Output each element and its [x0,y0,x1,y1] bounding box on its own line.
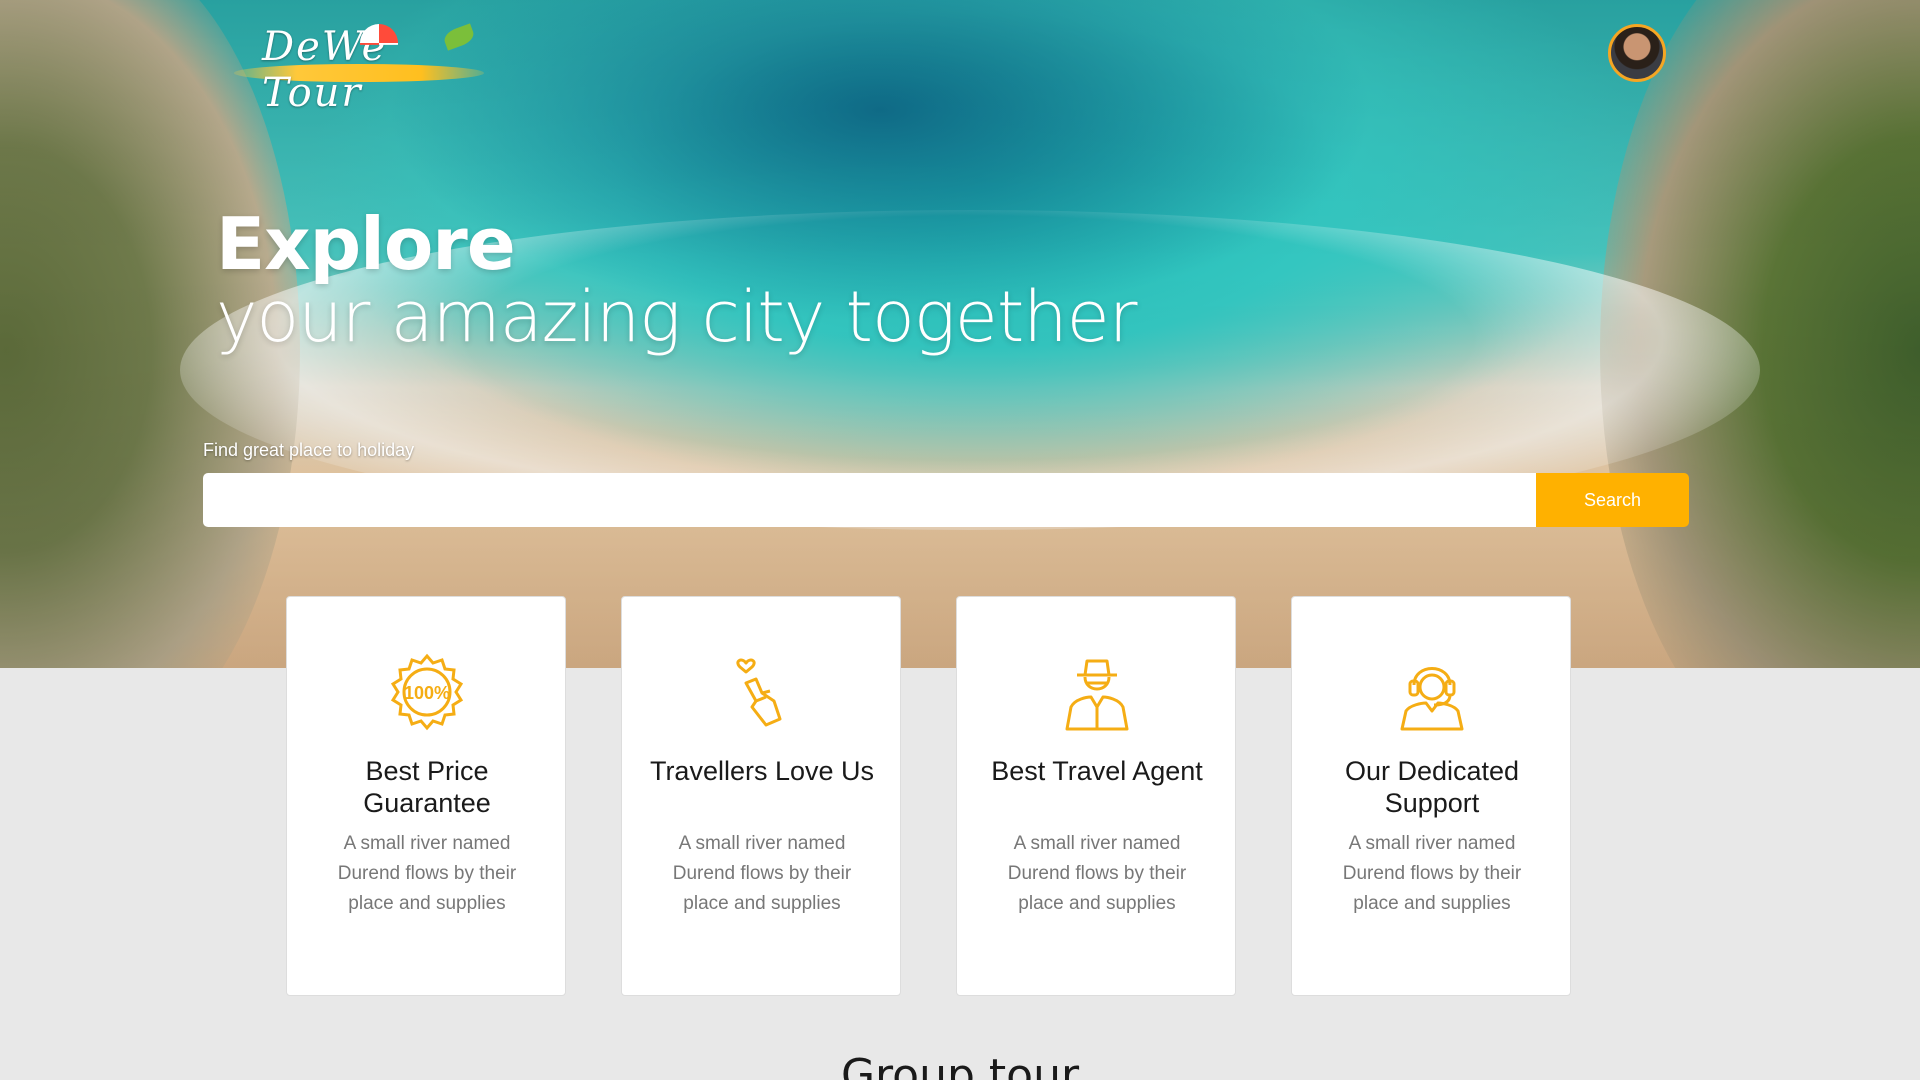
finger-heart-icon [722,653,802,733]
feature-description: A small river named Durend flows by thei… [672,833,852,914]
feature-card-dedicated-support: Our Dedicated Support A small river name… [1291,596,1571,996]
feature-description: A small river named Durend flows by thei… [337,833,517,914]
brand-logo[interactable]: DeWe Tour [232,18,488,116]
badge-100-percent-icon: 100% [387,653,467,733]
feature-description: A small river named Durend flows by thei… [1007,833,1187,914]
group-tour-title: Group tour [840,1050,1080,1080]
travel-agent-icon [1057,653,1137,733]
feature-title: Best Price Guarantee [363,756,491,818]
feature-title: Best Travel Agent [991,756,1203,786]
user-avatar[interactable] [1608,24,1666,82]
search-input[interactable] [203,473,1536,527]
svg-text:100%: 100% [404,683,450,703]
feature-card-best-price: 100% Best Price Guarantee A small river … [286,596,566,996]
hero-headline-bold: Explore [216,202,516,286]
feature-description: A small river named Durend flows by thei… [1342,833,1522,914]
feature-title: Our Dedicated Support [1344,756,1520,818]
search-label: Find great place to holiday [203,440,415,460]
feature-title: Travellers Love Us [649,756,875,786]
support-agent-icon [1392,653,1472,733]
search-button[interactable]: Search [1536,473,1689,527]
feature-card-travel-agent: Best Travel Agent A small river named Du… [956,596,1236,996]
hero-headline-light: your amazing city together [216,276,1138,358]
feature-card-travellers-love: Travellers Love Us A small river named D… [621,596,901,996]
